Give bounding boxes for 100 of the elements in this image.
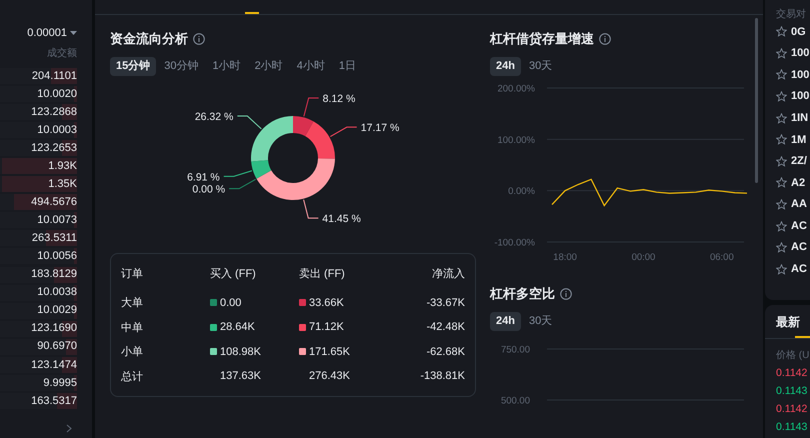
- period-tab[interactable]: 30天: [522, 57, 558, 76]
- pair-name[interactable]: 0G: [791, 24, 806, 40]
- table-cell-text: -62.68K: [425, 344, 465, 360]
- star-icon: [776, 220, 787, 232]
- pair-name[interactable]: AA: [791, 196, 807, 213]
- table-cell-text: 大单: [121, 296, 144, 310]
- table-cell-text: 71.12K: [309, 320, 344, 335]
- tab-indicator: [245, 12, 259, 14]
- leader-line: [236, 116, 262, 130]
- period-tab[interactable]: 1小时: [206, 57, 247, 76]
- axis-label: 100.00%: [497, 134, 535, 146]
- data-label: 41.45 %: [322, 213, 361, 226]
- table-cell-text: 总计: [121, 370, 144, 384]
- amount-text: 10.0020: [37, 86, 77, 102]
- pair-name[interactable]: AC: [791, 261, 807, 278]
- table-cell-text: 171.65K: [309, 344, 350, 360]
- column-header: 交易对: [776, 8, 807, 21]
- table-cell-text: 28.64K: [220, 320, 255, 335]
- axis-label: 06:00: [710, 252, 734, 263]
- data-label: 6.91 %: [187, 171, 220, 184]
- amount-text: 9.9995: [43, 376, 77, 391]
- axis-label: 200.00%: [497, 84, 535, 94]
- trade-price: 0.1143: [776, 420, 808, 435]
- table-cell-text: -42.48K: [425, 320, 465, 335]
- column-header: 净流入: [431, 266, 465, 282]
- amount-text: 90.6970: [37, 339, 77, 354]
- axis-label: 0.00%: [508, 186, 535, 198]
- tab-label[interactable]: 最新: [776, 312, 800, 330]
- pair-name[interactable]: AC: [791, 239, 807, 256]
- caret-icon: [70, 30, 77, 36]
- precision-select[interactable]: 0.00001: [27, 26, 77, 40]
- column-header: 价格 (U: [776, 348, 810, 363]
- star-icon: [776, 156, 787, 167]
- column-header: 买入 (FF): [210, 267, 257, 282]
- leader-line: [223, 170, 252, 177]
- amount-text: 10.0073: [37, 213, 77, 228]
- leader-line: [228, 178, 256, 190]
- amount-text: 10.0056: [37, 249, 77, 264]
- section-title: 杠杆借贷存量增速: [490, 30, 594, 48]
- table-cell-text: 0.00: [220, 296, 242, 310]
- trade-price: 0.1143: [776, 384, 808, 399]
- star-icon: [776, 26, 787, 38]
- star-icon: [776, 48, 787, 59]
- amount-text: 10.0038: [37, 285, 77, 300]
- amount-text: 123.2653: [31, 140, 77, 156]
- axis-label: 00:00: [632, 252, 656, 263]
- amount-text: 123.1474: [31, 358, 77, 373]
- star-icon: [776, 112, 787, 124]
- pair-name[interactable]: 100: [791, 45, 810, 62]
- amount-text: 123.2868: [31, 104, 77, 120]
- data-label: 8.12 %: [322, 93, 356, 105]
- pair-name[interactable]: 1M: [791, 132, 806, 148]
- table-cell-text: -138.81K: [420, 369, 465, 384]
- amount-text: 163.5317: [31, 394, 77, 409]
- table-cell-text: 中单: [121, 320, 144, 335]
- section-title: 资金流向分析: [110, 30, 188, 48]
- period-tab[interactable]: 1日: [332, 57, 362, 76]
- axis-label: -100.00%: [494, 238, 535, 248]
- period-tab[interactable]: 15分钟: [110, 57, 156, 76]
- table-cell-text: 108.98K: [220, 344, 261, 360]
- column-header: 订单: [121, 267, 144, 282]
- leader-line: [330, 126, 358, 138]
- chevron-right-icon: [66, 424, 72, 433]
- period-tab[interactable]: 30天: [522, 312, 558, 331]
- amount-text: 263.5311: [32, 231, 77, 246]
- table-cell-text: 276.43K: [309, 369, 350, 384]
- pair-name[interactable]: 2Z/: [791, 153, 807, 170]
- period-tab[interactable]: 24h: [490, 57, 521, 76]
- axis-label: 18:00: [553, 252, 577, 263]
- star-icon: [776, 264, 787, 275]
- trade-price: 0.1142: [776, 402, 808, 417]
- star-icon: [776, 134, 787, 146]
- pair-name[interactable]: 1IN: [791, 110, 808, 126]
- pair-name[interactable]: 100: [791, 66, 810, 84]
- period-tab[interactable]: 2小时: [248, 57, 289, 76]
- tab-indicator: [795, 336, 810, 338]
- info-icon: [560, 288, 572, 300]
- pair-name[interactable]: A2: [791, 174, 806, 192]
- amount-text: 204.1101: [32, 68, 77, 84]
- info-icon: [599, 33, 611, 45]
- period-tab[interactable]: 24h: [490, 312, 521, 331]
- period-tab[interactable]: 30分钟: [158, 57, 204, 76]
- data-label: 0.00 %: [192, 184, 226, 196]
- period-tab[interactable]: 4小时: [290, 57, 331, 76]
- star-icon: [776, 199, 787, 210]
- pair-name[interactable]: 100: [791, 88, 810, 105]
- column-header: 卖出 (FF): [299, 267, 346, 282]
- table-cell-text: 137.63K: [220, 369, 261, 384]
- scrollbar[interactable]: [755, 18, 758, 183]
- axis-label: 500.00: [500, 396, 530, 406]
- star-icon: [776, 69, 787, 80]
- pair-name[interactable]: AC: [791, 218, 807, 234]
- table-cell-text: 33.66K: [309, 296, 344, 310]
- trade-price: 0.1142: [776, 366, 808, 381]
- leader-line: [303, 199, 319, 219]
- axis-label: 750.00: [500, 344, 530, 356]
- info-icon: [193, 33, 205, 45]
- column-header: 成交额: [47, 46, 77, 61]
- amount-text: 494.5676: [31, 195, 77, 210]
- leader-line: [303, 98, 320, 117]
